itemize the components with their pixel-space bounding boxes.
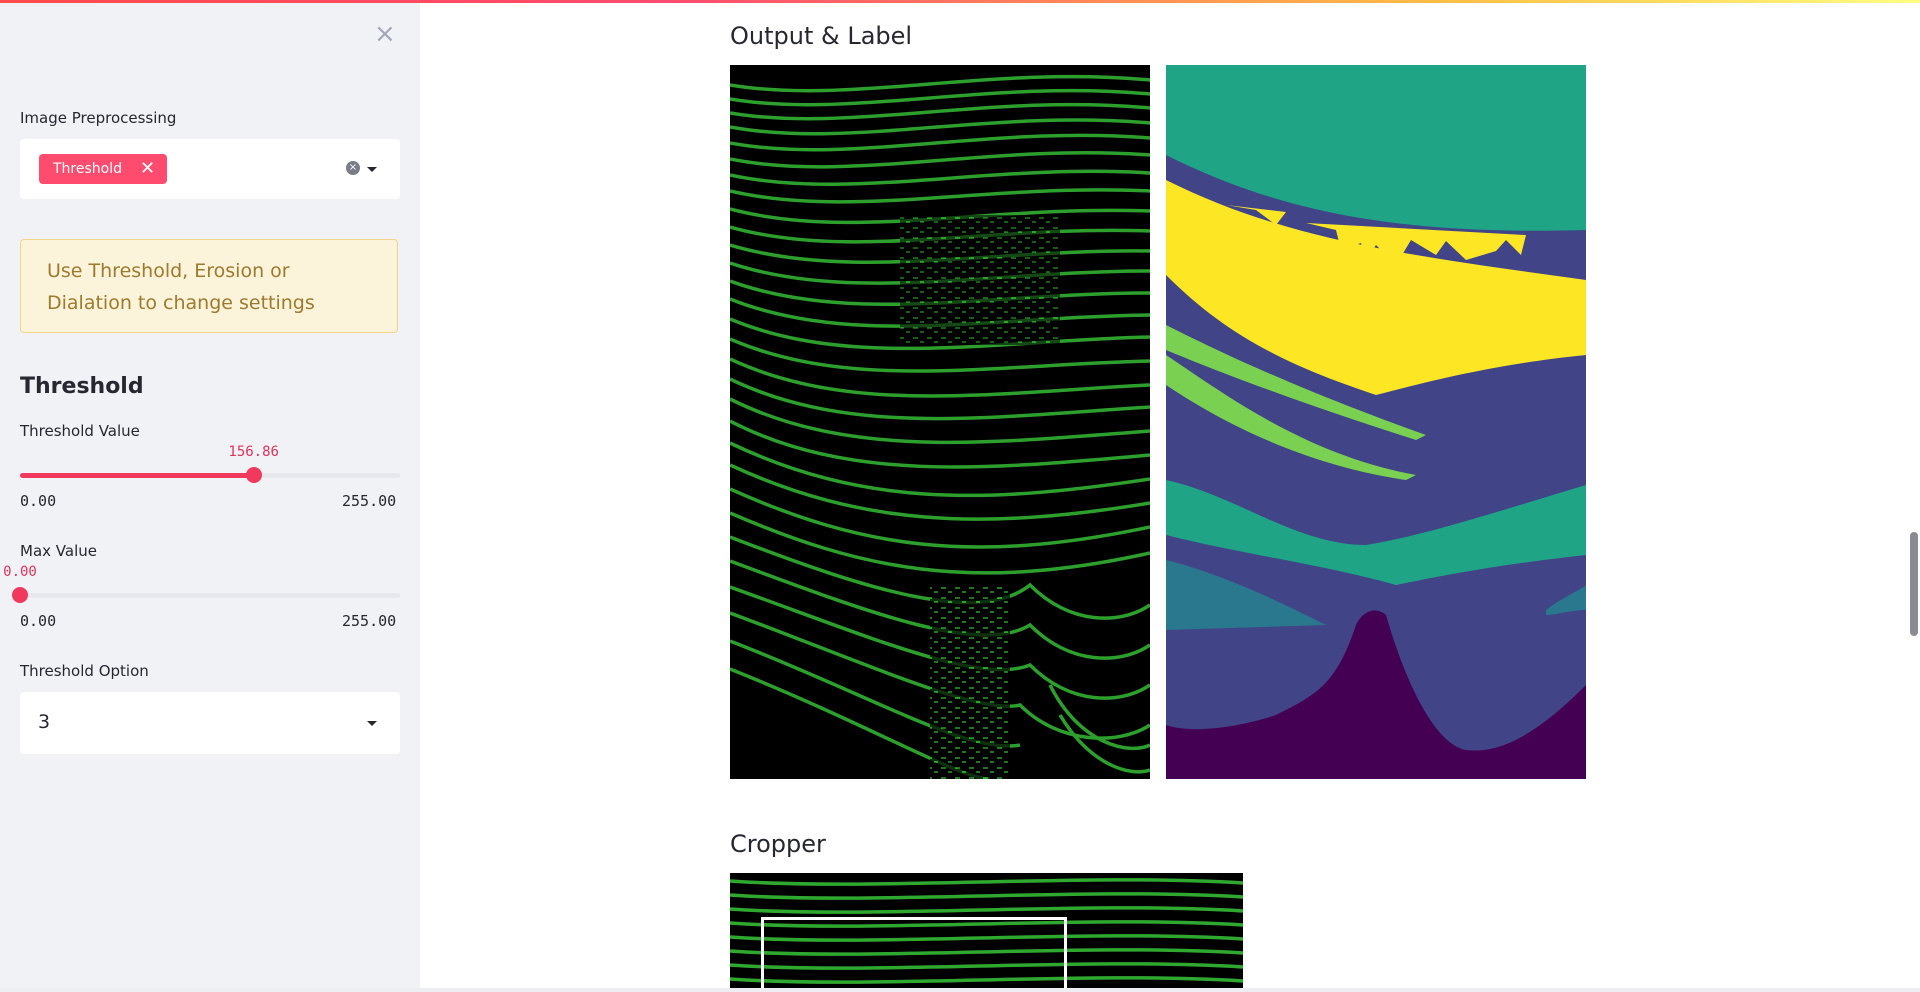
page-scrollbar[interactable]	[1910, 532, 1918, 636]
threshold-max-label: 255.00	[342, 492, 397, 510]
bottom-border	[0, 988, 1920, 992]
seismic-output-image	[730, 65, 1150, 779]
threshold-value-label: Threshold Value	[20, 422, 140, 440]
threshold-value-slider[interactable]	[20, 467, 400, 483]
cropper-image[interactable]	[730, 873, 1243, 988]
max-min-label: 0.00	[20, 612, 57, 630]
threshold-section-title: Threshold	[20, 374, 144, 399]
threshold-tag: Threshold ✕	[39, 154, 168, 184]
threshold-min-label: 0.00	[20, 492, 57, 510]
threshold-option-value: 3	[38, 711, 51, 733]
image-preprocessing-multiselect[interactable]: Threshold ✕ ×	[20, 139, 400, 199]
seismic-output-graphic	[730, 74, 1150, 779]
remove-tag-icon[interactable]: ✕	[140, 154, 155, 184]
crop-selection-box[interactable]	[761, 917, 1067, 988]
label-segmentation-image	[1166, 65, 1586, 779]
threshold-option-label: Threshold Option	[20, 662, 149, 680]
image-preprocessing-label: Image Preprocessing	[20, 109, 177, 127]
max-value-readout: 0.00	[3, 564, 37, 580]
threshold-slider-thumb[interactable]	[245, 467, 262, 483]
output-label-heading: Output & Label	[730, 22, 913, 50]
cropper-heading: Cropper	[730, 830, 826, 858]
threshold-value-readout: 156.86	[228, 444, 279, 460]
threshold-slider-fill	[20, 473, 254, 478]
threshold-tag-label: Threshold	[53, 161, 122, 177]
max-value-slider[interactable]	[12, 587, 400, 603]
label-segmentation-graphic	[1166, 155, 1586, 779]
max-max-label: 255.00	[342, 612, 397, 630]
chevron-down-icon[interactable]	[367, 721, 377, 726]
warning-alert: Use Threshold, Erosion or Dialation to c…	[20, 239, 398, 333]
max-slider-thumb[interactable]	[12, 587, 28, 603]
max-value-label: Max Value	[20, 542, 97, 560]
close-sidebar-icon[interactable]: ×	[374, 21, 396, 47]
sidebar: × Image Preprocessing Threshold ✕ × Use …	[0, 0, 420, 992]
clear-selection-icon[interactable]: ×	[346, 161, 360, 175]
top-decoration-bar	[0, 0, 1920, 3]
chevron-down-icon[interactable]	[367, 167, 377, 172]
threshold-option-select[interactable]: 3	[20, 692, 400, 754]
